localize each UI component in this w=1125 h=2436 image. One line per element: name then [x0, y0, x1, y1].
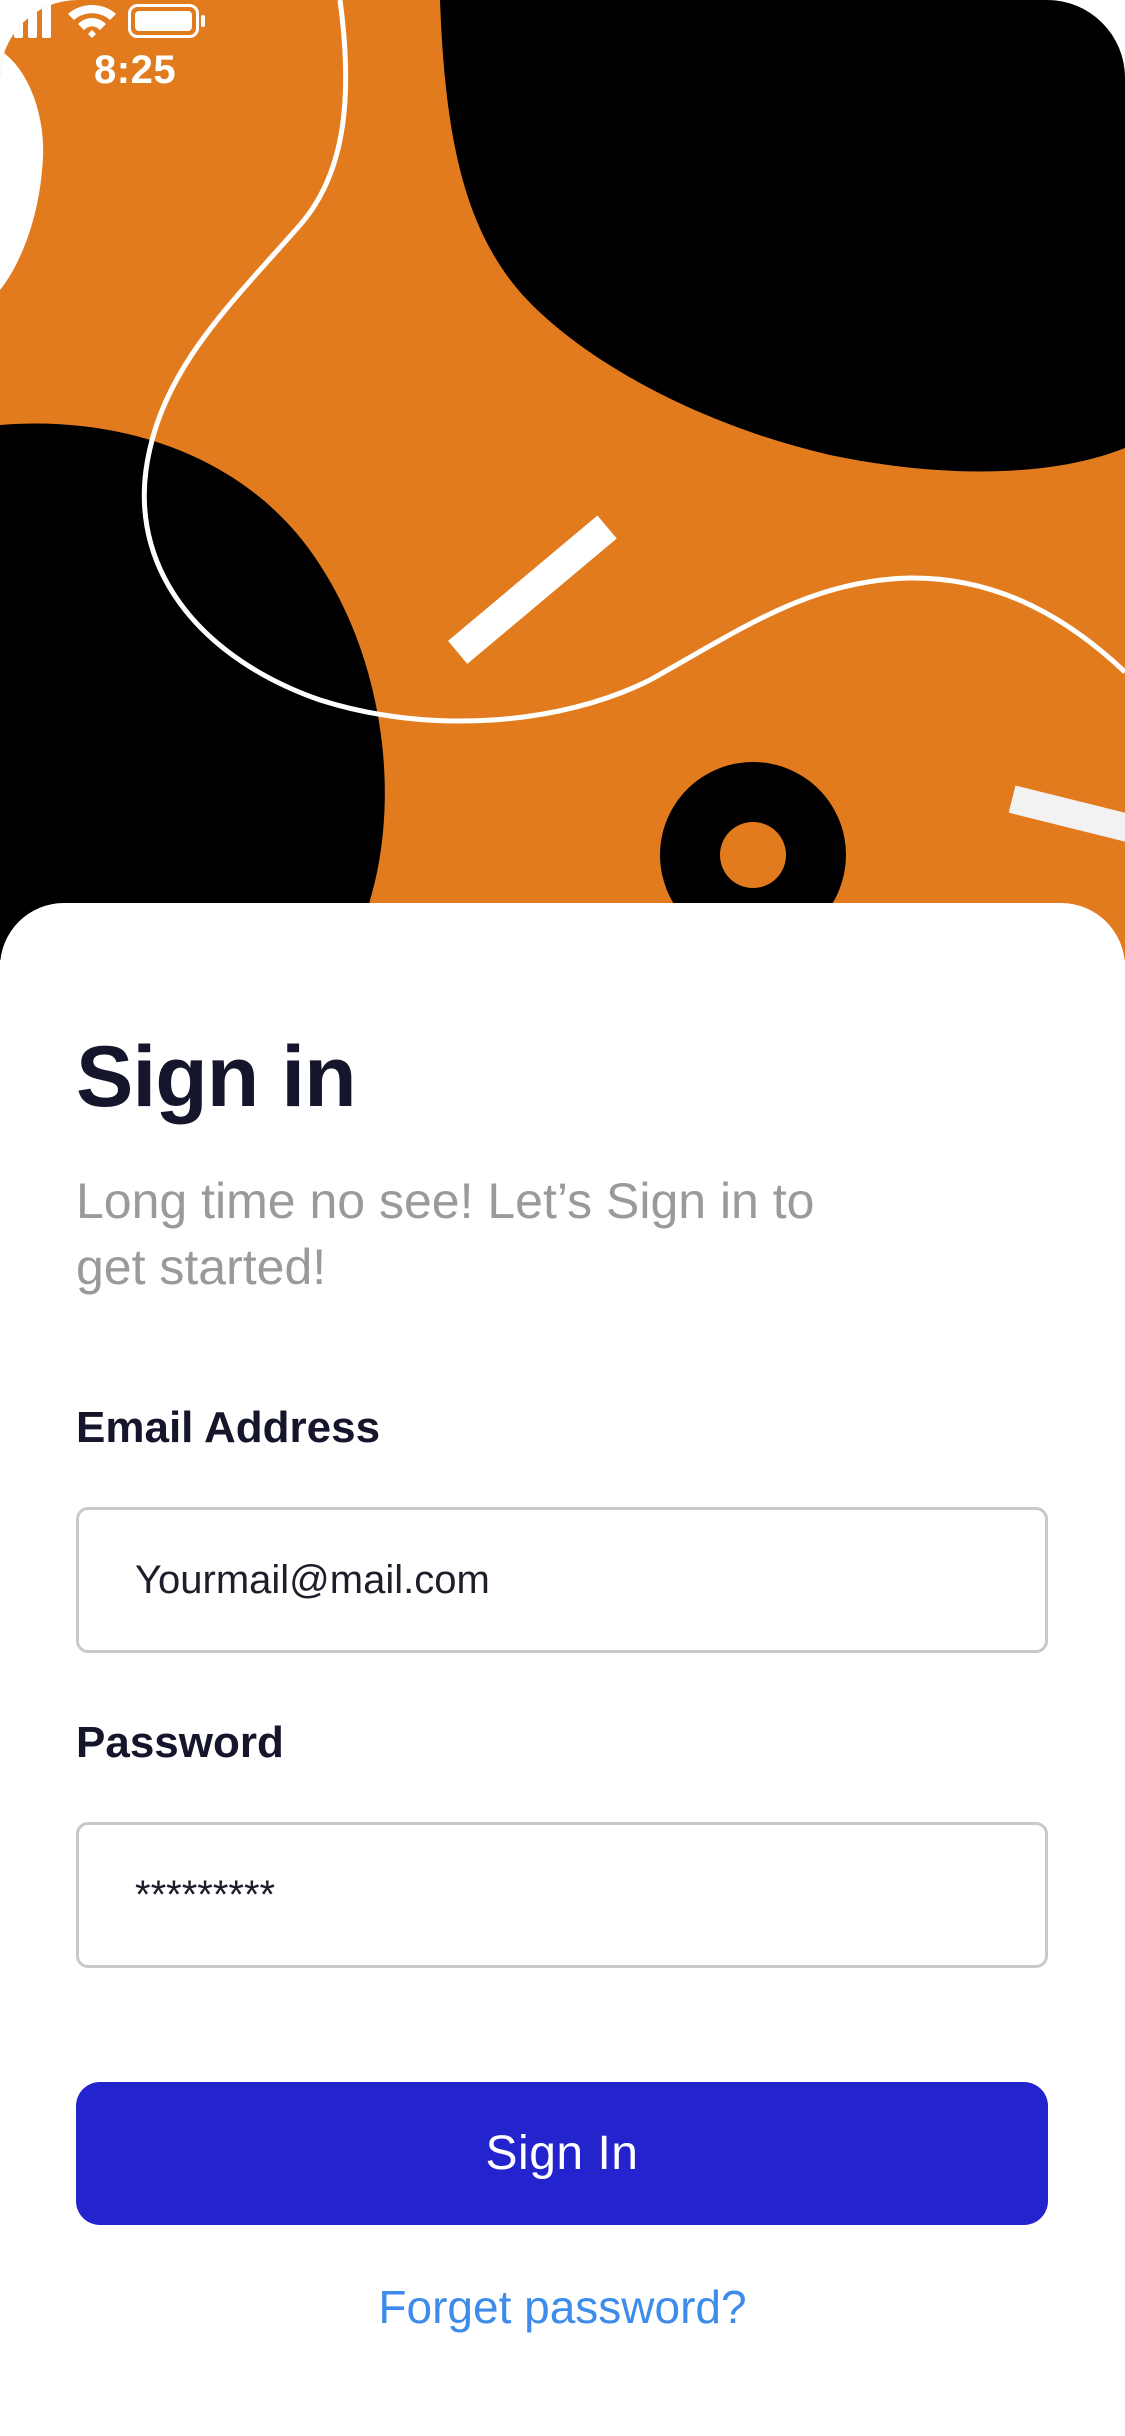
- white-bar-right: [1008, 785, 1125, 847]
- page-subtitle: Long time no see! Let’s Sign in to get s…: [76, 1173, 815, 1295]
- password-label: Password: [76, 1718, 284, 1767]
- sign-in-button[interactable]: Sign In: [76, 2082, 1048, 2225]
- email-field[interactable]: [135, 1510, 995, 1650]
- email-field-box: [76, 1507, 1048, 1653]
- battery-icon: [128, 4, 205, 38]
- black-blob-left: [0, 423, 385, 960]
- password-field-box: [76, 1822, 1048, 1968]
- forgot-password-link[interactable]: Forget password?: [0, 2280, 1125, 2334]
- abstract-illustration: [0, 0, 1125, 960]
- wifi-icon: [68, 5, 116, 38]
- status-time: 8:25: [94, 48, 177, 92]
- sign-in-screen: 8:25 Sign in Long time no see! Let’s Sig…: [0, 0, 1125, 2436]
- page-title: Sign in: [76, 1029, 357, 1125]
- status-icons: [0, 3, 205, 38]
- signal-icon: [0, 3, 51, 38]
- password-field[interactable]: [135, 1825, 995, 1965]
- status-bar: 8:25: [0, 0, 1125, 140]
- black-ring-hole: [720, 822, 786, 888]
- hero-illustration: 8:25: [0, 0, 1125, 960]
- sign-in-sheet: Sign in Long time no see! Let’s Sign in …: [0, 903, 1125, 2436]
- white-diagonal-bar: [448, 515, 617, 664]
- email-label: Email Address: [76, 1403, 381, 1452]
